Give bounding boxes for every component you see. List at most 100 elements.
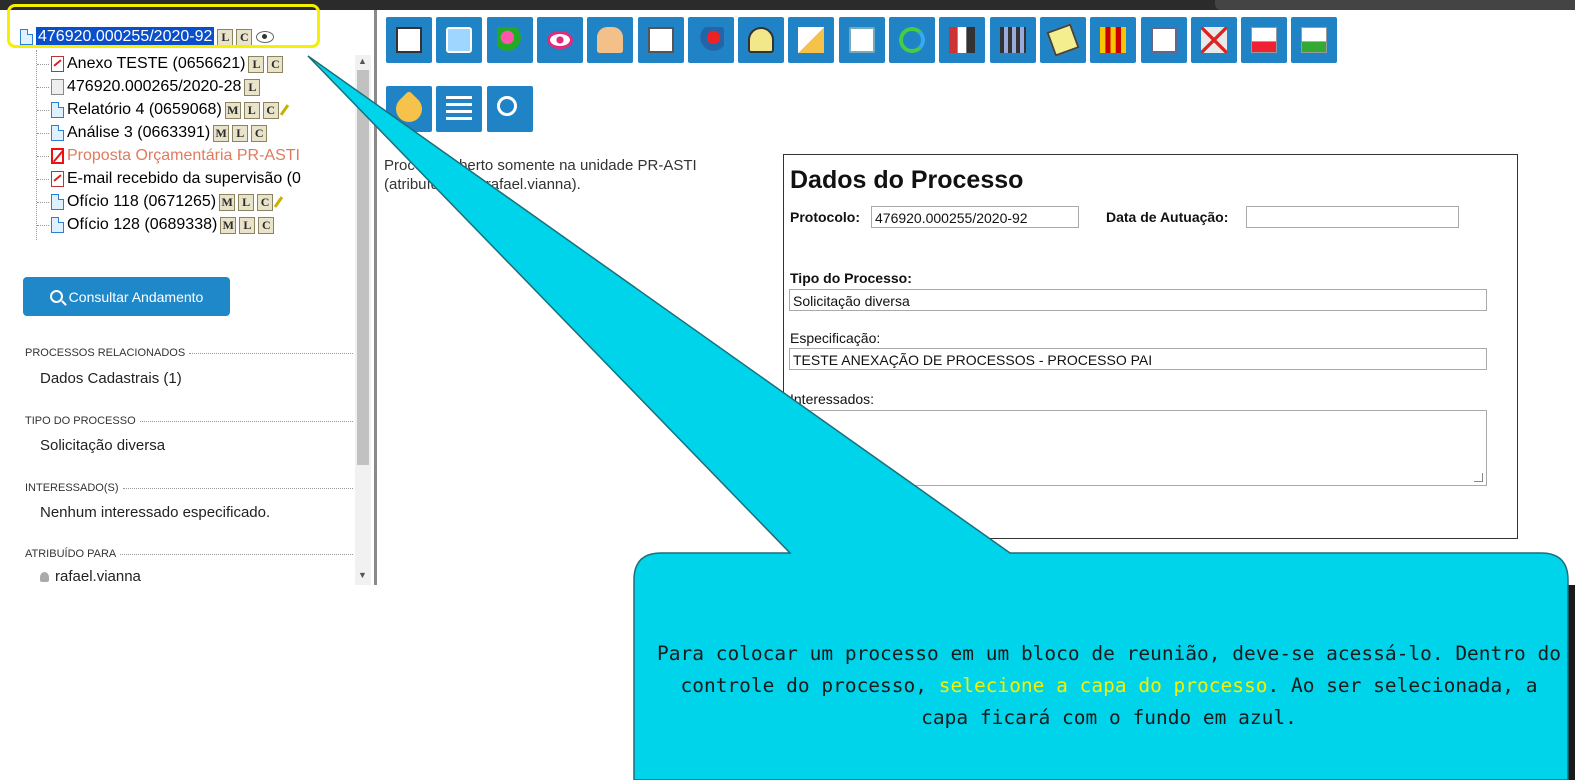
scroll-up-icon[interactable]: ▲ xyxy=(358,56,367,66)
process-status-message: Processo aberto somente na unidade PR-AS… xyxy=(384,156,779,194)
scroll-down-icon[interactable]: ▼ xyxy=(358,570,367,580)
archive-button[interactable] xyxy=(939,17,986,63)
badge-l[interactable]: L xyxy=(238,193,255,211)
tree-item[interactable]: Ofício 118 (0671265) M L C xyxy=(37,192,284,212)
list-icon xyxy=(446,96,473,122)
send-process-icon xyxy=(697,27,724,53)
panel-divider[interactable] xyxy=(374,10,377,585)
pdf-icon xyxy=(51,56,64,72)
assign-user-icon xyxy=(748,27,775,53)
search-button[interactable] xyxy=(486,86,533,132)
pdf-icon xyxy=(1251,27,1278,53)
assigned-user[interactable]: rafael.vianna xyxy=(40,568,141,585)
badge-c[interactable]: C xyxy=(262,101,279,119)
edit-button[interactable] xyxy=(1140,17,1187,63)
tree-item-label[interactable]: Relatório 4 (0659068) xyxy=(67,100,222,120)
building-button[interactable] xyxy=(989,17,1036,63)
page: 476920.000255/2020-92 L C Anexo TESTE (0… xyxy=(0,0,1575,780)
specification-field[interactable]: TESTE ANEXAÇÃO DE PROCESSOS - PROCESSO P… xyxy=(789,348,1487,370)
protocol-label: Protocolo: xyxy=(790,209,860,225)
pdf-icon xyxy=(51,171,64,187)
send-email-button[interactable] xyxy=(637,17,684,63)
panel-title: Dados do Processo xyxy=(790,166,1024,194)
relate-button[interactable] xyxy=(788,17,835,63)
consult-button-label: Consultar Andamento xyxy=(68,288,204,305)
notes-button[interactable] xyxy=(1039,17,1086,63)
document-icon xyxy=(51,217,64,233)
tree-item-label[interactable]: 476920.000265/2020-28 xyxy=(67,77,241,97)
edit-icon xyxy=(1150,27,1177,53)
update-icon xyxy=(899,27,925,53)
section-title: ATRIBUÍDO PARA xyxy=(25,548,353,560)
protocol-field[interactable]: 476920.000255/2020-92 xyxy=(871,206,1079,228)
consult-progress-button[interactable]: Consultar Andamento xyxy=(23,277,230,316)
resize-grip-icon[interactable] xyxy=(1474,473,1483,482)
tree-item[interactable]: Ofício 128 (0689338) M L C xyxy=(37,215,275,235)
tag-icon xyxy=(390,90,428,128)
tree-item-label[interactable]: Ofício 128 (0689338) xyxy=(67,215,217,235)
badge-l[interactable]: L xyxy=(232,124,249,142)
assign-user-button[interactable] xyxy=(738,17,785,63)
date-field[interactable] xyxy=(1246,206,1459,228)
tree-item[interactable]: Análise 3 (0663391) M L C xyxy=(37,123,268,143)
tree-item[interactable]: Proposta Orçamentária PR-ASTI xyxy=(37,146,300,166)
send-email-icon xyxy=(647,27,674,53)
tree-item[interactable]: 476920.000265/2020-28 L xyxy=(37,77,261,97)
approve-button[interactable] xyxy=(587,17,634,63)
tree-item-label[interactable]: E-mail recebido da supervisão (0 xyxy=(67,169,301,189)
new-document-button[interactable] xyxy=(386,17,432,63)
callout-text: Para colocar um processo em um bloco de … xyxy=(655,638,1563,734)
tag-button[interactable] xyxy=(386,86,432,132)
zip-icon xyxy=(1301,27,1328,53)
section-title-text: PROCESSOS RELACIONADOS xyxy=(25,347,186,359)
badge-l[interactable]: L xyxy=(248,55,265,73)
zip-button[interactable] xyxy=(1291,17,1338,63)
tree-item[interactable]: E-mail recebido da supervisão (0 xyxy=(37,169,301,189)
badge-m[interactable]: M xyxy=(219,193,236,211)
badge-m[interactable]: M xyxy=(224,101,241,119)
related-processes-link[interactable]: Dados Cadastrais (1) xyxy=(40,370,182,387)
pdf-button[interactable] xyxy=(1241,17,1288,63)
send-process-button[interactable] xyxy=(687,17,734,63)
update-button[interactable] xyxy=(889,17,935,63)
process-icon xyxy=(51,79,64,95)
notes-icon xyxy=(1046,23,1080,57)
list-button[interactable] xyxy=(436,86,483,132)
assign-button[interactable] xyxy=(486,17,533,63)
badge-m[interactable]: M xyxy=(213,124,230,142)
interested-field[interactable] xyxy=(789,410,1487,486)
badge-c[interactable]: C xyxy=(257,193,274,211)
pause-button[interactable] xyxy=(1090,17,1137,63)
start-process-icon xyxy=(446,27,473,53)
badge-m[interactable]: M xyxy=(220,216,237,234)
date-label: Data de Autuação: xyxy=(1106,209,1229,225)
badge-l[interactable]: L xyxy=(243,101,260,119)
tree-item[interactable]: Anexo TESTE (0656621) L C xyxy=(37,54,284,74)
badge-l[interactable]: L xyxy=(244,78,261,96)
document-icon xyxy=(51,125,64,141)
status-line-1: Processo aberto somente na unidade PR-AS… xyxy=(384,157,697,174)
section-title-text: INTERESSADO(S) xyxy=(25,482,119,494)
type-field[interactable]: Solicitação diversa xyxy=(789,289,1487,311)
tree-item-label[interactable]: Proposta Orçamentária PR-ASTI xyxy=(67,146,300,166)
section-title-text: TIPO DO PROCESSO xyxy=(25,415,136,427)
badge-c[interactable]: C xyxy=(267,55,284,73)
view-button[interactable] xyxy=(536,17,583,63)
highlight-box xyxy=(7,4,320,48)
email-icon xyxy=(848,27,875,53)
assign-icon xyxy=(496,27,523,53)
badge-c[interactable]: C xyxy=(251,124,268,142)
tree-item-label[interactable]: Anexo TESTE (0656621) xyxy=(67,54,245,74)
tree-item[interactable]: Relatório 4 (0659068) M L C xyxy=(37,100,289,120)
tree-item-label[interactable]: Análise 3 (0663391) xyxy=(67,123,210,143)
badge-l[interactable]: L xyxy=(239,216,256,234)
blank-area xyxy=(0,585,640,780)
cancel-button[interactable] xyxy=(1190,17,1237,63)
tree-item-label[interactable]: Ofício 118 (0671265) xyxy=(67,192,216,212)
interested-label: Interessados: xyxy=(790,391,875,407)
badge-c[interactable]: C xyxy=(258,216,275,234)
document-icon xyxy=(51,102,64,118)
scrollbar-thumb[interactable] xyxy=(357,70,369,465)
start-process-button[interactable] xyxy=(436,17,483,63)
email-button[interactable] xyxy=(838,17,885,63)
